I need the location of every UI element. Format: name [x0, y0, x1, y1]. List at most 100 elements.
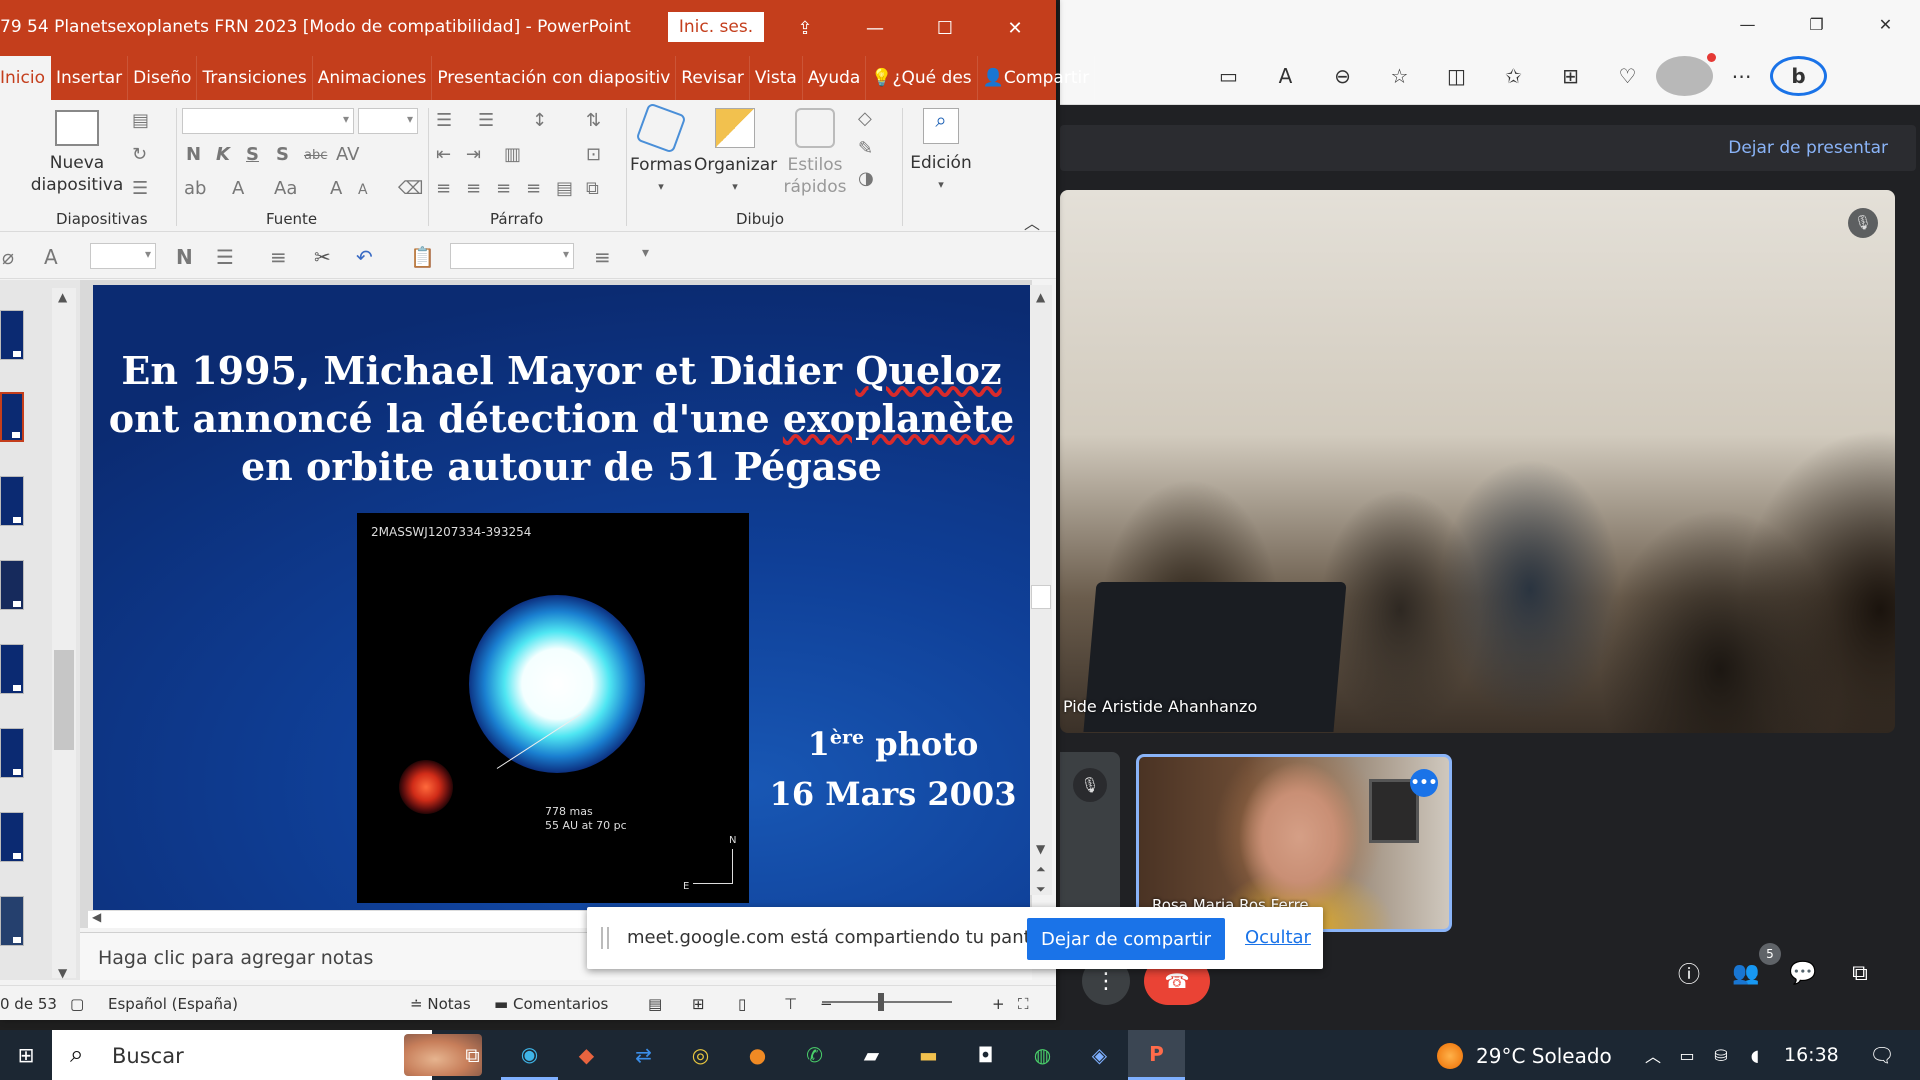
align-left-icon[interactable]: ≡	[436, 178, 451, 199]
shapes-button[interactable]: Formas ▾	[630, 102, 692, 198]
clear-format-icon[interactable]: ⌫	[398, 178, 423, 199]
tab-presentacion[interactable]: Presentación con diapositiv	[432, 56, 677, 100]
volume-icon[interactable]: ◖	[1738, 1030, 1772, 1080]
eraser-icon[interactable]: ⌀	[2, 245, 14, 269]
app-icon[interactable]: ◘	[957, 1030, 1014, 1080]
taskbar-search-box[interactable]: ⌕ Buscar	[52, 1030, 482, 1080]
maximize-icon[interactable]: ☐	[910, 0, 980, 56]
section-icon[interactable]: ☰	[132, 178, 148, 199]
chat-icon[interactable]: 💬	[1776, 951, 1830, 995]
font-color-icon[interactable]: A	[232, 178, 244, 199]
scroll-up-icon[interactable]: ▲	[58, 290, 67, 304]
show-hidden-icons-icon[interactable]: ︿	[1636, 1030, 1670, 1080]
close-icon[interactable]: ✕	[1851, 0, 1920, 48]
underline-button[interactable]: S	[246, 144, 259, 165]
scroll-left-icon[interactable]: ◀	[92, 910, 101, 924]
strikethrough-button[interactable]: abc	[304, 148, 327, 163]
network-icon[interactable]: ⛁	[1704, 1030, 1738, 1080]
layout-icon[interactable]: ▤	[132, 110, 149, 131]
case-icon[interactable]: ab	[184, 178, 206, 199]
notifications-icon[interactable]: 🗨	[1855, 1030, 1909, 1080]
tab-insertar[interactable]: Insertar	[51, 56, 129, 100]
comments-toggle[interactable]: ▬ Comentarios	[494, 995, 608, 1013]
thumbnail-scroll-thumb[interactable]	[54, 650, 74, 750]
app-icon[interactable]: ◈	[1071, 1030, 1128, 1080]
shape-effects-icon[interactable]: ◑	[858, 168, 874, 189]
qat-justify-icon[interactable]: ≡	[594, 245, 611, 269]
slide-thumbnail[interactable]	[0, 728, 24, 778]
tab-ayuda[interactable]: Ayuda	[803, 56, 867, 100]
whatsapp-app-icon[interactable]: ✆	[786, 1030, 843, 1080]
tab-animaciones[interactable]: Animaciones	[313, 56, 433, 100]
next-slide-icon[interactable]: ⏷	[1036, 882, 1046, 897]
slide-thumbnail[interactable]	[0, 560, 24, 610]
favorite-star-icon[interactable]: ☆	[1371, 56, 1428, 96]
sorter-view-icon[interactable]: ⊞	[692, 995, 705, 1013]
current-slide[interactable]: En 1995, Michael Mayor et Didier Queloz …	[93, 285, 1030, 910]
split-screen-icon[interactable]: ◫	[1428, 56, 1485, 96]
sign-in-button[interactable]: Inic. ses.	[668, 12, 764, 42]
reset-icon[interactable]: ↻	[132, 144, 147, 165]
text-direction-icon[interactable]: ⇅	[586, 110, 601, 131]
bold-button[interactable]: N	[186, 144, 201, 165]
hide-link[interactable]: Ocultar	[1245, 927, 1311, 948]
shape-fill-icon[interactable]: ◇	[858, 108, 872, 129]
browser-essentials-icon[interactable]: ♡	[1599, 56, 1656, 96]
caption-date[interactable]: 16 Mars 2003	[763, 775, 1023, 813]
normal-view-icon[interactable]: ▤	[648, 995, 662, 1013]
slide-scroll-thumb[interactable]	[1031, 585, 1051, 609]
bing-button[interactable]: b	[1770, 56, 1827, 96]
start-button[interactable]: ⊞	[0, 1030, 52, 1080]
stop-presenting-button[interactable]: Dejar de presentar	[1728, 138, 1888, 158]
qat-bold-icon[interactable]: N	[176, 245, 193, 269]
powerpoint-app-icon[interactable]: P	[1128, 1030, 1185, 1080]
tab-tell-me[interactable]: 💡 ¿Qué des	[866, 56, 978, 100]
bullets-icon[interactable]: ☰	[436, 110, 452, 131]
close-icon[interactable]: ✕	[980, 0, 1050, 56]
shape-outline-icon[interactable]: ✎	[858, 138, 873, 159]
task-view-icon[interactable]: ⧉	[444, 1030, 501, 1080]
customize-qat-icon[interactable]: ▾	[642, 245, 649, 261]
minimize-icon[interactable]: —	[1713, 0, 1782, 48]
main-video-tile[interactable]	[1060, 190, 1895, 733]
distributed-icon[interactable]: ▤	[556, 178, 573, 199]
slide-thumbnail[interactable]	[0, 644, 24, 694]
collections-icon[interactable]: ⊞	[1542, 56, 1599, 96]
tile-more-options-icon[interactable]: •••	[1410, 769, 1438, 797]
tab-revisar[interactable]: Revisar	[676, 56, 750, 100]
favorites-list-icon[interactable]: ✩	[1485, 56, 1542, 96]
stop-sharing-button[interactable]: Dejar de compartir	[1027, 918, 1225, 960]
app-icon[interactable]: ▰	[843, 1030, 900, 1080]
drag-handle[interactable]	[601, 927, 609, 949]
read-aloud-icon[interactable]: A	[1257, 56, 1314, 96]
ribbon-display-icon[interactable]: ⇪	[770, 0, 840, 56]
profile-avatar[interactable]	[1656, 53, 1716, 96]
font-name-combo[interactable]	[182, 108, 354, 134]
columns-icon[interactable]: ▥	[504, 144, 521, 165]
change-case-icon[interactable]: Aa	[274, 178, 297, 199]
camera-icon[interactable]: ▭	[1200, 56, 1257, 96]
smartart-icon[interactable]: ⧉	[586, 178, 599, 199]
slide-thumbnail[interactable]	[0, 896, 24, 946]
italic-button[interactable]: K	[216, 144, 230, 165]
thumbnail-scrollbar[interactable]	[52, 288, 76, 978]
slide-thumbnail-selected[interactable]	[0, 392, 24, 442]
paste-icon[interactable]: 📋	[410, 245, 435, 269]
scroll-down-icon[interactable]: ▼	[1036, 842, 1045, 856]
shrink-font-icon[interactable]: A	[358, 182, 368, 198]
zoom-in-icon[interactable]: +	[992, 995, 1005, 1013]
slide-thumbnail[interactable]	[0, 812, 24, 862]
undo-icon[interactable]: ↶	[356, 245, 373, 269]
battery-icon[interactable]: ▭	[1670, 1030, 1704, 1080]
spellcheck-icon[interactable]: ▢	[70, 995, 84, 1013]
info-icon[interactable]: ⓘ	[1662, 951, 1716, 995]
center-icon[interactable]: ≡	[466, 178, 481, 199]
reading-view-icon[interactable]: ▯	[738, 995, 746, 1013]
zoom-out-icon[interactable]: −	[820, 995, 833, 1013]
activities-icon[interactable]: ⧉	[1833, 951, 1887, 995]
caption-photo[interactable]: 1ère photo	[763, 725, 1023, 763]
exoplanet-photo[interactable]: 2MASSWJ1207334-393254 778 mas 55 AU at 7…	[357, 513, 749, 903]
firefox-app-icon[interactable]: ●	[729, 1030, 786, 1080]
fit-slide-icon[interactable]: ⛶	[1018, 995, 1029, 1013]
new-slide-button[interactable]: Nueva diapositiva	[24, 106, 130, 196]
